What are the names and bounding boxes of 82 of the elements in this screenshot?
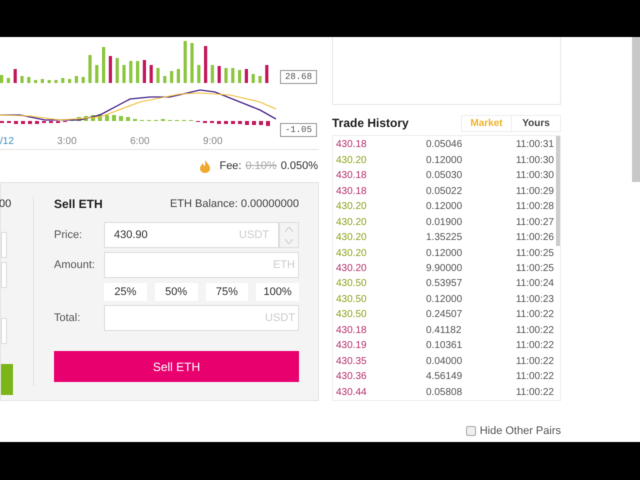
trade-price: 430.18 bbox=[336, 169, 368, 184]
total-input-field[interactable] bbox=[1, 318, 7, 344]
trade-amount: 0.05046 bbox=[426, 138, 464, 152]
fee-label: Fee: bbox=[219, 158, 242, 174]
percent-button[interactable]: 50% bbox=[154, 283, 198, 301]
trade-amount: 9.90000 bbox=[426, 262, 464, 276]
trade-time: 11:00:22 bbox=[514, 354, 555, 369]
trade-history-title: Trade History bbox=[332, 115, 409, 132]
trade-price: 430.20 bbox=[336, 216, 368, 230]
trade-amount: 0.41182 bbox=[426, 324, 462, 338]
trade-price: 430.44 bbox=[336, 386, 368, 400]
trade-time: 11:00:25 bbox=[514, 246, 555, 261]
trade-amount: 0.05030 bbox=[426, 169, 464, 184]
trade-amount: 0.04000 bbox=[426, 354, 464, 369]
trade-time: 11:00:30 bbox=[514, 154, 555, 168]
trade-time: 11:00:27 bbox=[514, 216, 555, 230]
trade-price: 430.50 bbox=[336, 292, 368, 307]
trade-amount: 4.56149 bbox=[426, 370, 464, 384]
trade-time: 11:00:22 bbox=[514, 370, 555, 384]
macd-value-label: -1.05 bbox=[280, 123, 317, 137]
price-label: Price: bbox=[54, 228, 84, 243]
trade-time: 11:00:22 bbox=[514, 324, 555, 338]
percent-button[interactable]: 100% bbox=[256, 283, 299, 301]
price-input-field[interactable] bbox=[1, 232, 7, 258]
trade-amount: 0.12000 bbox=[426, 200, 464, 214]
trade-price: 430.20 bbox=[336, 231, 368, 246]
trade-price: 430.20 bbox=[336, 200, 368, 214]
trade-time: 11:00:29 bbox=[514, 184, 555, 199]
trade-time: 11:00:22 bbox=[514, 308, 555, 322]
history-tab[interactable]: Yours bbox=[511, 116, 560, 131]
hide-other-pairs-label: Hide Other Pairs bbox=[480, 424, 561, 439]
trade-amount: 1.35225 bbox=[426, 231, 464, 246]
trade-amount: 0.01900 bbox=[426, 216, 464, 230]
time-axis-label: 6:00 bbox=[130, 135, 151, 149]
time-axis-label: 9:00 bbox=[203, 135, 224, 149]
trade-time: 11:00:26 bbox=[514, 231, 555, 246]
trade-time: 11:00:31 bbox=[514, 138, 555, 152]
trade-time: 11:00:22 bbox=[514, 386, 555, 400]
total-label: Total: bbox=[54, 310, 82, 326]
sell-button[interactable]: Sell ETH bbox=[54, 351, 299, 382]
new-fee-rate: 0.050% bbox=[280, 158, 318, 174]
up-caret-icon bbox=[285, 226, 293, 232]
trade-amount: 0.53957 bbox=[426, 277, 464, 292]
trade-time: 11:00:30 bbox=[514, 169, 555, 184]
trade-time: 11:00:22 bbox=[514, 339, 555, 354]
down-caret-icon bbox=[285, 238, 293, 244]
trade-price: 430.20 bbox=[336, 154, 368, 168]
trade-amount: 0.05808 bbox=[426, 386, 464, 400]
trade-price: 430.36 bbox=[336, 370, 368, 384]
percent-button[interactable]: 25% bbox=[104, 283, 147, 301]
trade-price: 430.18 bbox=[336, 184, 368, 199]
sell-title: Sell ETH bbox=[54, 196, 103, 213]
trade-price: 430.50 bbox=[336, 308, 368, 322]
trade-price: 430.19 bbox=[336, 339, 368, 354]
eth-balance: ETH Balance: 0.00000000 bbox=[170, 196, 299, 212]
trade-price: 430.20 bbox=[336, 262, 368, 276]
amount-label: Amount: bbox=[54, 258, 96, 273]
price-stepper[interactable] bbox=[279, 222, 299, 248]
buy-button[interactable] bbox=[1, 364, 13, 395]
trade-price: 430.35 bbox=[336, 354, 368, 369]
flame-icon bbox=[199, 160, 212, 172]
percent-button[interactable]: 75% bbox=[206, 283, 248, 301]
trade-time: 11:00:24 bbox=[514, 277, 555, 292]
trade-time: 11:00:25 bbox=[514, 262, 555, 276]
trade-amount: 0.12000 bbox=[426, 292, 464, 307]
time-axis-label: 3:00 bbox=[57, 135, 78, 149]
old-fee-rate: 0.10% bbox=[245, 158, 277, 174]
hide-other-pairs-checkbox[interactable] bbox=[466, 426, 476, 436]
trade-amount: 0.12000 bbox=[426, 246, 464, 261]
time-axis-label: /12 bbox=[0, 135, 15, 149]
volume-price-label: 28.68 bbox=[280, 70, 317, 84]
trade-price: 430.50 bbox=[336, 277, 368, 292]
amount-input-field[interactable] bbox=[1, 262, 7, 288]
trade-amount: 0.10361 bbox=[426, 339, 464, 354]
trade-time: 11:00:28 bbox=[514, 200, 555, 214]
trade-price: 430.20 bbox=[336, 246, 368, 261]
trade-amount: 0.24507 bbox=[426, 308, 464, 322]
trade-time: 11:00:23 bbox=[514, 292, 555, 307]
trade-price: 430.18 bbox=[336, 138, 368, 152]
trade-amount: 0.05022 bbox=[426, 184, 464, 199]
trade-price: 430.18 bbox=[336, 324, 368, 338]
trade-amount: 0.12000 bbox=[426, 154, 464, 168]
